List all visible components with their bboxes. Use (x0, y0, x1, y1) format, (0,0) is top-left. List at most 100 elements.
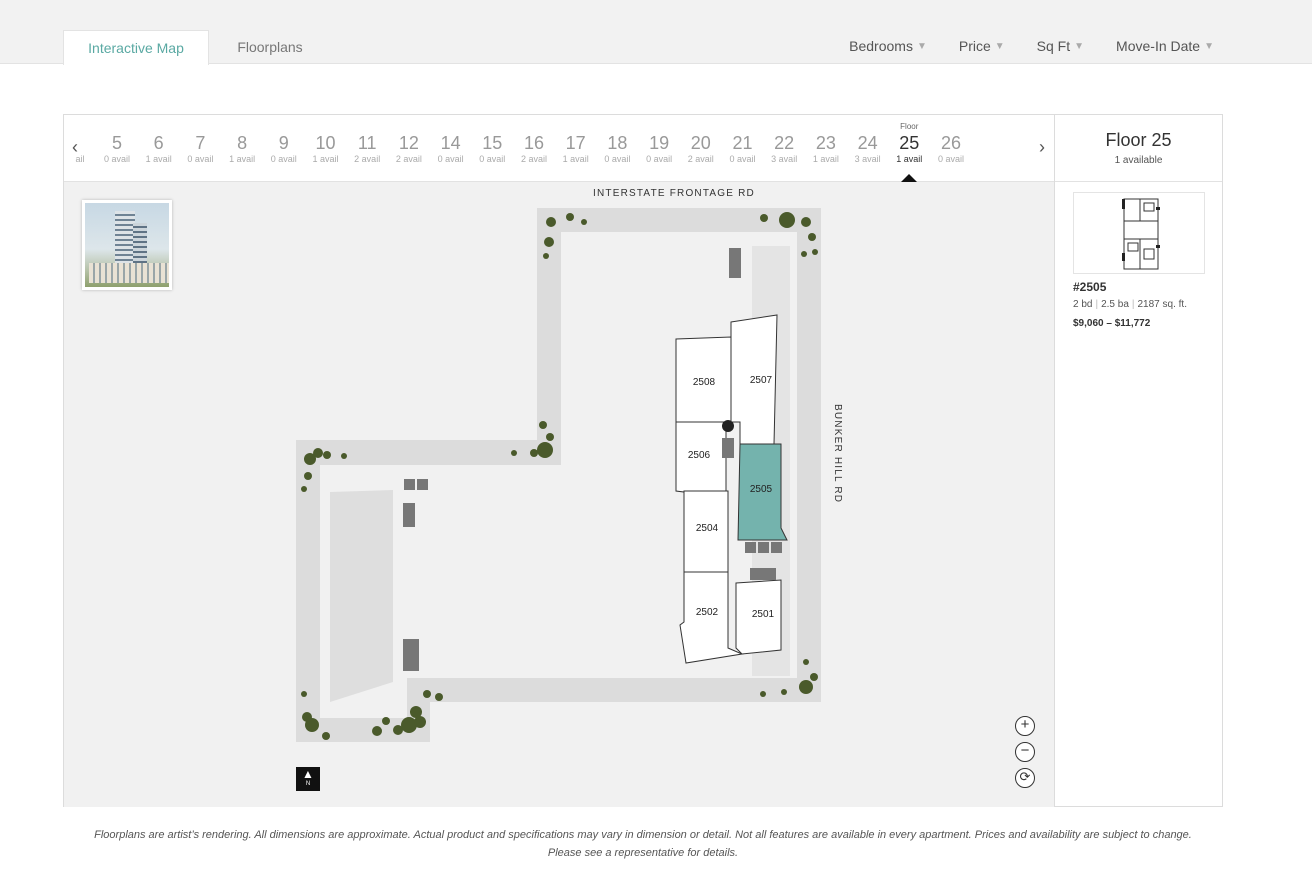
floor-title: Floor 25 (1105, 130, 1172, 150)
reset-view-icon[interactable]: ⟳ (1015, 768, 1035, 788)
floor-number: 14 (440, 133, 461, 153)
floor-number: 19 (649, 133, 670, 153)
floor-number: 6 (153, 133, 164, 153)
site-plan-svg: 2508 2507 2506 2505 2504 2502 2501 (296, 208, 821, 742)
floor-26[interactable]: 26 0 avail (930, 133, 972, 165)
unit-baths: 2.5 ba (1101, 299, 1129, 310)
trash-marker (722, 420, 734, 432)
floor-availability: 1 avail (145, 154, 172, 164)
floor-number: 10 (315, 133, 336, 153)
floor-22[interactable]: 22 3 avail (763, 133, 805, 165)
floor-number: 16 (523, 133, 545, 153)
floor-availability: 0 avail (604, 154, 631, 164)
floor-5[interactable]: 50 avail (96, 133, 138, 165)
north-arrow-icon: ▲ N (296, 767, 320, 791)
floor-17[interactable]: 17 1 avail (555, 133, 597, 165)
filter-move-in-date[interactable]: Move-In Date ▼ (1116, 38, 1214, 54)
unit-label-2508: 2508 (693, 377, 716, 388)
floor-7[interactable]: 70 avail (179, 133, 221, 165)
floor-16[interactable]: 16 2 avail (513, 133, 555, 165)
zoom-in-icon[interactable]: + (1015, 716, 1035, 736)
floor-number: 11 (357, 133, 377, 153)
floor-availability: 0 avail (270, 154, 297, 164)
caret-down-icon: ▼ (916, 40, 927, 52)
floor-availability: 1 avail (312, 154, 339, 164)
floor-availability: 0 avail (187, 154, 214, 164)
caret-down-icon: ▼ (1204, 40, 1214, 52)
floor-number: 22 (774, 133, 795, 153)
floor-18[interactable]: 18 0 avail (596, 133, 638, 165)
unit-specs: 2 bd | 2.5 ba | 2187 sq. ft. (1073, 299, 1187, 310)
filter-price[interactable]: Price ▼ (959, 38, 1005, 54)
floor-availability: 0 avail (646, 154, 673, 164)
floor-availability: 2 avail (354, 154, 381, 164)
floor-availability: 1 available (1114, 155, 1163, 166)
chevron-right-icon[interactable]: › (1039, 137, 1045, 158)
disclaimer-text: Floorplans are artist’s rendering. All d… (94, 829, 1192, 859)
floor-19[interactable]: 19 0 avail (638, 133, 680, 165)
unit-beds: 2 bd (1073, 299, 1093, 310)
floor-9[interactable]: 90 avail (263, 133, 305, 165)
street-label-top: INTERSTATE FRONTAGE RD (593, 188, 755, 199)
filter-bedrooms[interactable]: Bedrooms ▼ (849, 38, 927, 54)
floor-14[interactable]: 14 0 avail (430, 133, 472, 165)
tab-floorplans[interactable]: Floorplans (210, 30, 330, 64)
floor-number: 17 (565, 133, 586, 153)
street-label-right: BUNKER HILL RD (832, 404, 843, 504)
floor-number: 18 (607, 133, 628, 153)
floor-availability: 0 avail (937, 154, 964, 164)
floor-number: 25 (899, 133, 920, 153)
floor-number: 26 (940, 133, 962, 153)
floor-number: 15 (482, 133, 503, 153)
floor-23[interactable]: 23 1 avail (805, 133, 847, 165)
floor-number: 20 (690, 133, 711, 153)
floor-number: 12 (398, 133, 419, 153)
filter-sqft[interactable]: Sq Ft ▼ (1037, 38, 1084, 54)
floor-24[interactable]: 24 3 avail (847, 133, 889, 165)
floor-number: 21 (732, 133, 753, 153)
floor-8[interactable]: 81 avail (221, 133, 263, 165)
floor-25[interactable]: Floor 25 1 avail (888, 122, 930, 182)
floor-availability: 2 avail (687, 154, 714, 164)
floor-11[interactable]: 11 2 avail (346, 133, 388, 165)
unit-label-2502: 2502 (696, 607, 719, 618)
site-map[interactable]: 2508 2507 2506 2505 2504 2502 2501 INTER… (64, 182, 1054, 807)
floor-availability: 0 avail (479, 154, 506, 164)
floor-6[interactable]: 61 avail (138, 133, 180, 165)
top-nav-bar: Interactive Map Floorplans Bedrooms ▼ Pri… (0, 0, 1312, 65)
map-panel: ‹ ail 50 avail 6 1 avail 7 0 avail 8 1 avail 9 0… (63, 114, 1223, 807)
unit-sqft: 2187 sq. ft. (1137, 299, 1187, 310)
building-photo[interactable] (82, 200, 172, 290)
unit-label-2504: 2504 (696, 523, 719, 534)
deck-area (330, 490, 393, 702)
floor-availability: 1 avail (229, 154, 256, 164)
floor-selector: ‹ ail 50 avail 6 1 avail 7 0 avail 8 1 avail 9 0… (64, 115, 1054, 182)
unit-number[interactable]: #2505 (1073, 280, 1106, 294)
floor-availability: 3 avail (771, 154, 798, 164)
floor-15[interactable]: 15 0 avail (471, 133, 513, 165)
unit-label-2505: 2505 (750, 484, 773, 495)
tab-interactive-map[interactable]: Interactive Map (63, 30, 209, 65)
floor-number: 8 (237, 133, 248, 153)
floor-availability: 1 avail (896, 154, 923, 164)
floorplan-thumbnail[interactable] (1073, 192, 1205, 274)
floor-10[interactable]: 10 1 avail (305, 133, 347, 165)
floor-availability: 0 avail (437, 154, 464, 164)
floor-number: 23 (815, 133, 836, 153)
floor-availability: 2 avail (520, 154, 547, 164)
floor-availability: 1 avail (562, 154, 589, 164)
floor-availability: 0 avail (103, 154, 130, 164)
floor-partial[interactable]: ail (68, 133, 92, 165)
floor-detail-header: Floor 25 1 available (1055, 115, 1222, 182)
floor-availability: 1 avail (812, 154, 839, 164)
floor-12[interactable]: 12 2 avail (388, 133, 430, 165)
floor-number: 24 (857, 133, 878, 153)
floor-21[interactable]: 21 0 avail (722, 133, 764, 165)
unit-price: $9,060 – $11,772 (1073, 318, 1151, 329)
zoom-out-icon[interactable]: − (1015, 742, 1035, 762)
unit-label-2506: 2506 (688, 450, 711, 461)
floor-availability: 2 avail (395, 154, 422, 164)
caret-down-icon: ▼ (994, 40, 1005, 52)
floor-20[interactable]: 20 2 avail (680, 133, 722, 165)
floor-availability: 0 avail (729, 154, 756, 164)
